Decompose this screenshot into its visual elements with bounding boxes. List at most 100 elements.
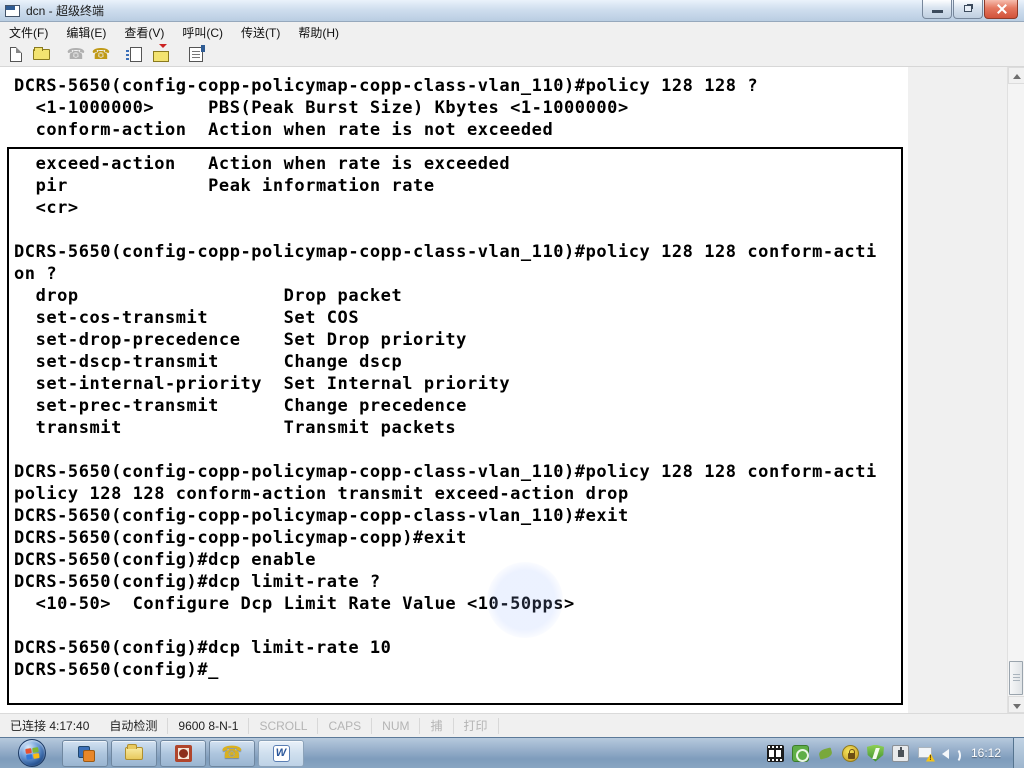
taskbar-clock[interactable]: 16:12	[971, 746, 1001, 760]
terminal-line: <10-50> Configure Dcp Limit Rate Value <…	[14, 594, 575, 614]
terminal-line: DCRS-5650(config-copp-policymap-copp)#ex…	[14, 528, 467, 548]
status-autodetect: 自动检测	[99, 717, 169, 734]
receive-file-button[interactable]	[149, 43, 173, 65]
terminal-line: DCRS-5650(config-copp-policymap-copp-cla…	[14, 462, 877, 482]
taskbar-button-hyperterminal[interactable]: ☎	[209, 739, 255, 767]
terminal-client-area[interactable]: DCRS-5650(config-copp-policymap-copp-cla…	[0, 67, 1024, 713]
terminal-screen: exceed-action Action when rate is exceed…	[14, 153, 877, 681]
terminal-line: DCRS-5650(config)#dcp limit-rate ?	[14, 572, 381, 592]
call-button: ☎	[64, 44, 88, 65]
menu-transfer[interactable]: 传送(T)	[232, 22, 289, 43]
open-folder-icon	[32, 46, 50, 60]
properties-icon	[189, 44, 205, 62]
start-button[interactable]	[18, 739, 46, 767]
status-num: NUM	[372, 717, 421, 734]
terminal-line: transmit Transmit packets	[14, 418, 457, 438]
properties-button[interactable]	[184, 44, 208, 65]
minimize-button[interactable]	[922, 0, 952, 19]
window-title: dcn - 超级终端	[26, 4, 105, 18]
receive-file-icon	[153, 43, 169, 62]
graphics-leaf-icon[interactable]	[817, 745, 834, 762]
new-connection-icon	[10, 46, 22, 62]
terminal-line: set-cos-transmit Set COS	[14, 308, 360, 328]
desktop: dcn - 超级终端 文件(F) 编辑(E) 查看(V) 呼叫(C) 传送(T)…	[0, 0, 1024, 768]
arrow-down-icon	[1013, 704, 1021, 709]
taskbar: ☎ W 16:12	[0, 737, 1024, 768]
terminal-line: set-drop-precedence Set Drop priority	[14, 330, 467, 350]
status-print: 打印	[454, 717, 499, 734]
network-warning-icon[interactable]	[917, 745, 934, 762]
screen-record-icon[interactable]	[791, 744, 809, 762]
terminal-line: DCRS-5650(config)#_	[14, 660, 219, 680]
show-desktop-button[interactable]	[1013, 737, 1024, 768]
menu-edit[interactable]: 编辑(E)	[57, 22, 115, 43]
terminal-screen-box: exceed-action Action when rate is exceed…	[7, 147, 903, 705]
minimize-icon	[932, 10, 943, 13]
security-lock-icon[interactable]	[841, 744, 859, 762]
folder-icon	[125, 743, 143, 760]
status-scroll: SCROLL	[249, 717, 319, 734]
toolbar: ☎ ☎	[0, 42, 1024, 67]
menu-help[interactable]: 帮助(H)	[289, 22, 348, 43]
terminal-line: DCRS-5650(config)#dcp limit-rate 10	[14, 638, 392, 658]
send-file-icon	[126, 46, 142, 62]
terminal-line: DCRS-5650(config)#dcp enable	[14, 550, 316, 570]
terminal-line: policy 128 128 conform-action transmit e…	[14, 484, 629, 504]
menu-call[interactable]: 呼叫(C)	[173, 22, 232, 43]
taskbar-button-word[interactable]: W	[258, 739, 304, 767]
terminal-scrollback: DCRS-5650(config-copp-policymap-copp-cla…	[14, 75, 758, 141]
restore-button[interactable]	[953, 0, 983, 19]
taskbar-button-vm-app[interactable]	[62, 739, 108, 767]
terminal-line: pir Peak information rate	[14, 176, 435, 196]
terminal-line: on ?	[14, 264, 58, 284]
title-bar[interactable]: dcn - 超级终端	[0, 0, 1024, 22]
open-button[interactable]	[29, 44, 53, 65]
safely-remove-device-icon[interactable]	[891, 744, 909, 762]
terminal-line: DCRS-5650(config-copp-policymap-copp-cla…	[14, 242, 877, 262]
terminal-line: set-prec-transmit Change precedence	[14, 396, 467, 416]
scroll-down-button[interactable]	[1008, 696, 1024, 713]
restore-icon	[964, 5, 972, 12]
call-phone-icon: ☎	[66, 44, 86, 63]
volume-icon[interactable]	[941, 745, 961, 763]
scroll-up-button[interactable]	[1008, 67, 1024, 84]
terminal-line: drop Drop packet	[14, 286, 403, 306]
status-baud: 9600 8-N-1	[168, 717, 250, 734]
windows-logo-icon	[25, 747, 40, 761]
app-window-icon	[5, 4, 20, 17]
taskbar-button-recorder[interactable]	[160, 739, 206, 767]
menu-view[interactable]: 查看(V)	[115, 22, 173, 43]
taskbar-button-explorer[interactable]	[111, 739, 157, 767]
word-icon: W	[272, 744, 290, 762]
antivirus-shield-icon[interactable]	[866, 744, 884, 762]
vertical-scrollbar[interactable]	[1007, 67, 1024, 713]
send-file-button[interactable]	[124, 44, 148, 65]
status-capture: 捕	[420, 717, 454, 734]
overlapping-windows-icon	[77, 746, 95, 762]
arrow-up-icon	[1013, 74, 1021, 79]
terminal-line: <cr>	[14, 198, 79, 218]
terminal-line: <1-1000000> PBS(Peak Burst Size) Kbytes …	[14, 98, 629, 118]
phone-icon: ☎	[221, 743, 243, 763]
hang-up-phone-icon: ☎	[91, 44, 111, 63]
scrollbar-thumb[interactable]	[1009, 661, 1023, 695]
terminal-line: set-internal-priority Set Internal prior…	[14, 374, 511, 394]
recorder-icon	[174, 744, 192, 762]
hang-up-button[interactable]: ☎	[89, 44, 113, 65]
new-connection-button[interactable]	[4, 44, 28, 65]
terminal-line: DCRS-5650(config-copp-policymap-copp-cla…	[14, 506, 629, 526]
terminal-line: DCRS-5650(config-copp-policymap-copp-cla…	[14, 76, 759, 96]
status-caps: CAPS	[318, 717, 373, 734]
terminal-line: conform-action Action when rate is not e…	[14, 120, 554, 140]
terminal-text-region[interactable]: DCRS-5650(config-copp-policymap-copp-cla…	[0, 67, 908, 713]
menu-file[interactable]: 文件(F)	[0, 22, 57, 43]
film-strip-icon[interactable]	[766, 744, 784, 762]
terminal-line: exceed-action Action when rate is exceed…	[14, 154, 511, 174]
close-button[interactable]	[984, 0, 1018, 19]
status-bar: 已连接 4:17:40 自动检测 9600 8-N-1 SCROLL CAPS …	[0, 713, 1024, 737]
status-connected: 已连接 4:17:40	[10, 718, 90, 733]
terminal-line: set-dscp-transmit Change dscp	[14, 352, 403, 372]
